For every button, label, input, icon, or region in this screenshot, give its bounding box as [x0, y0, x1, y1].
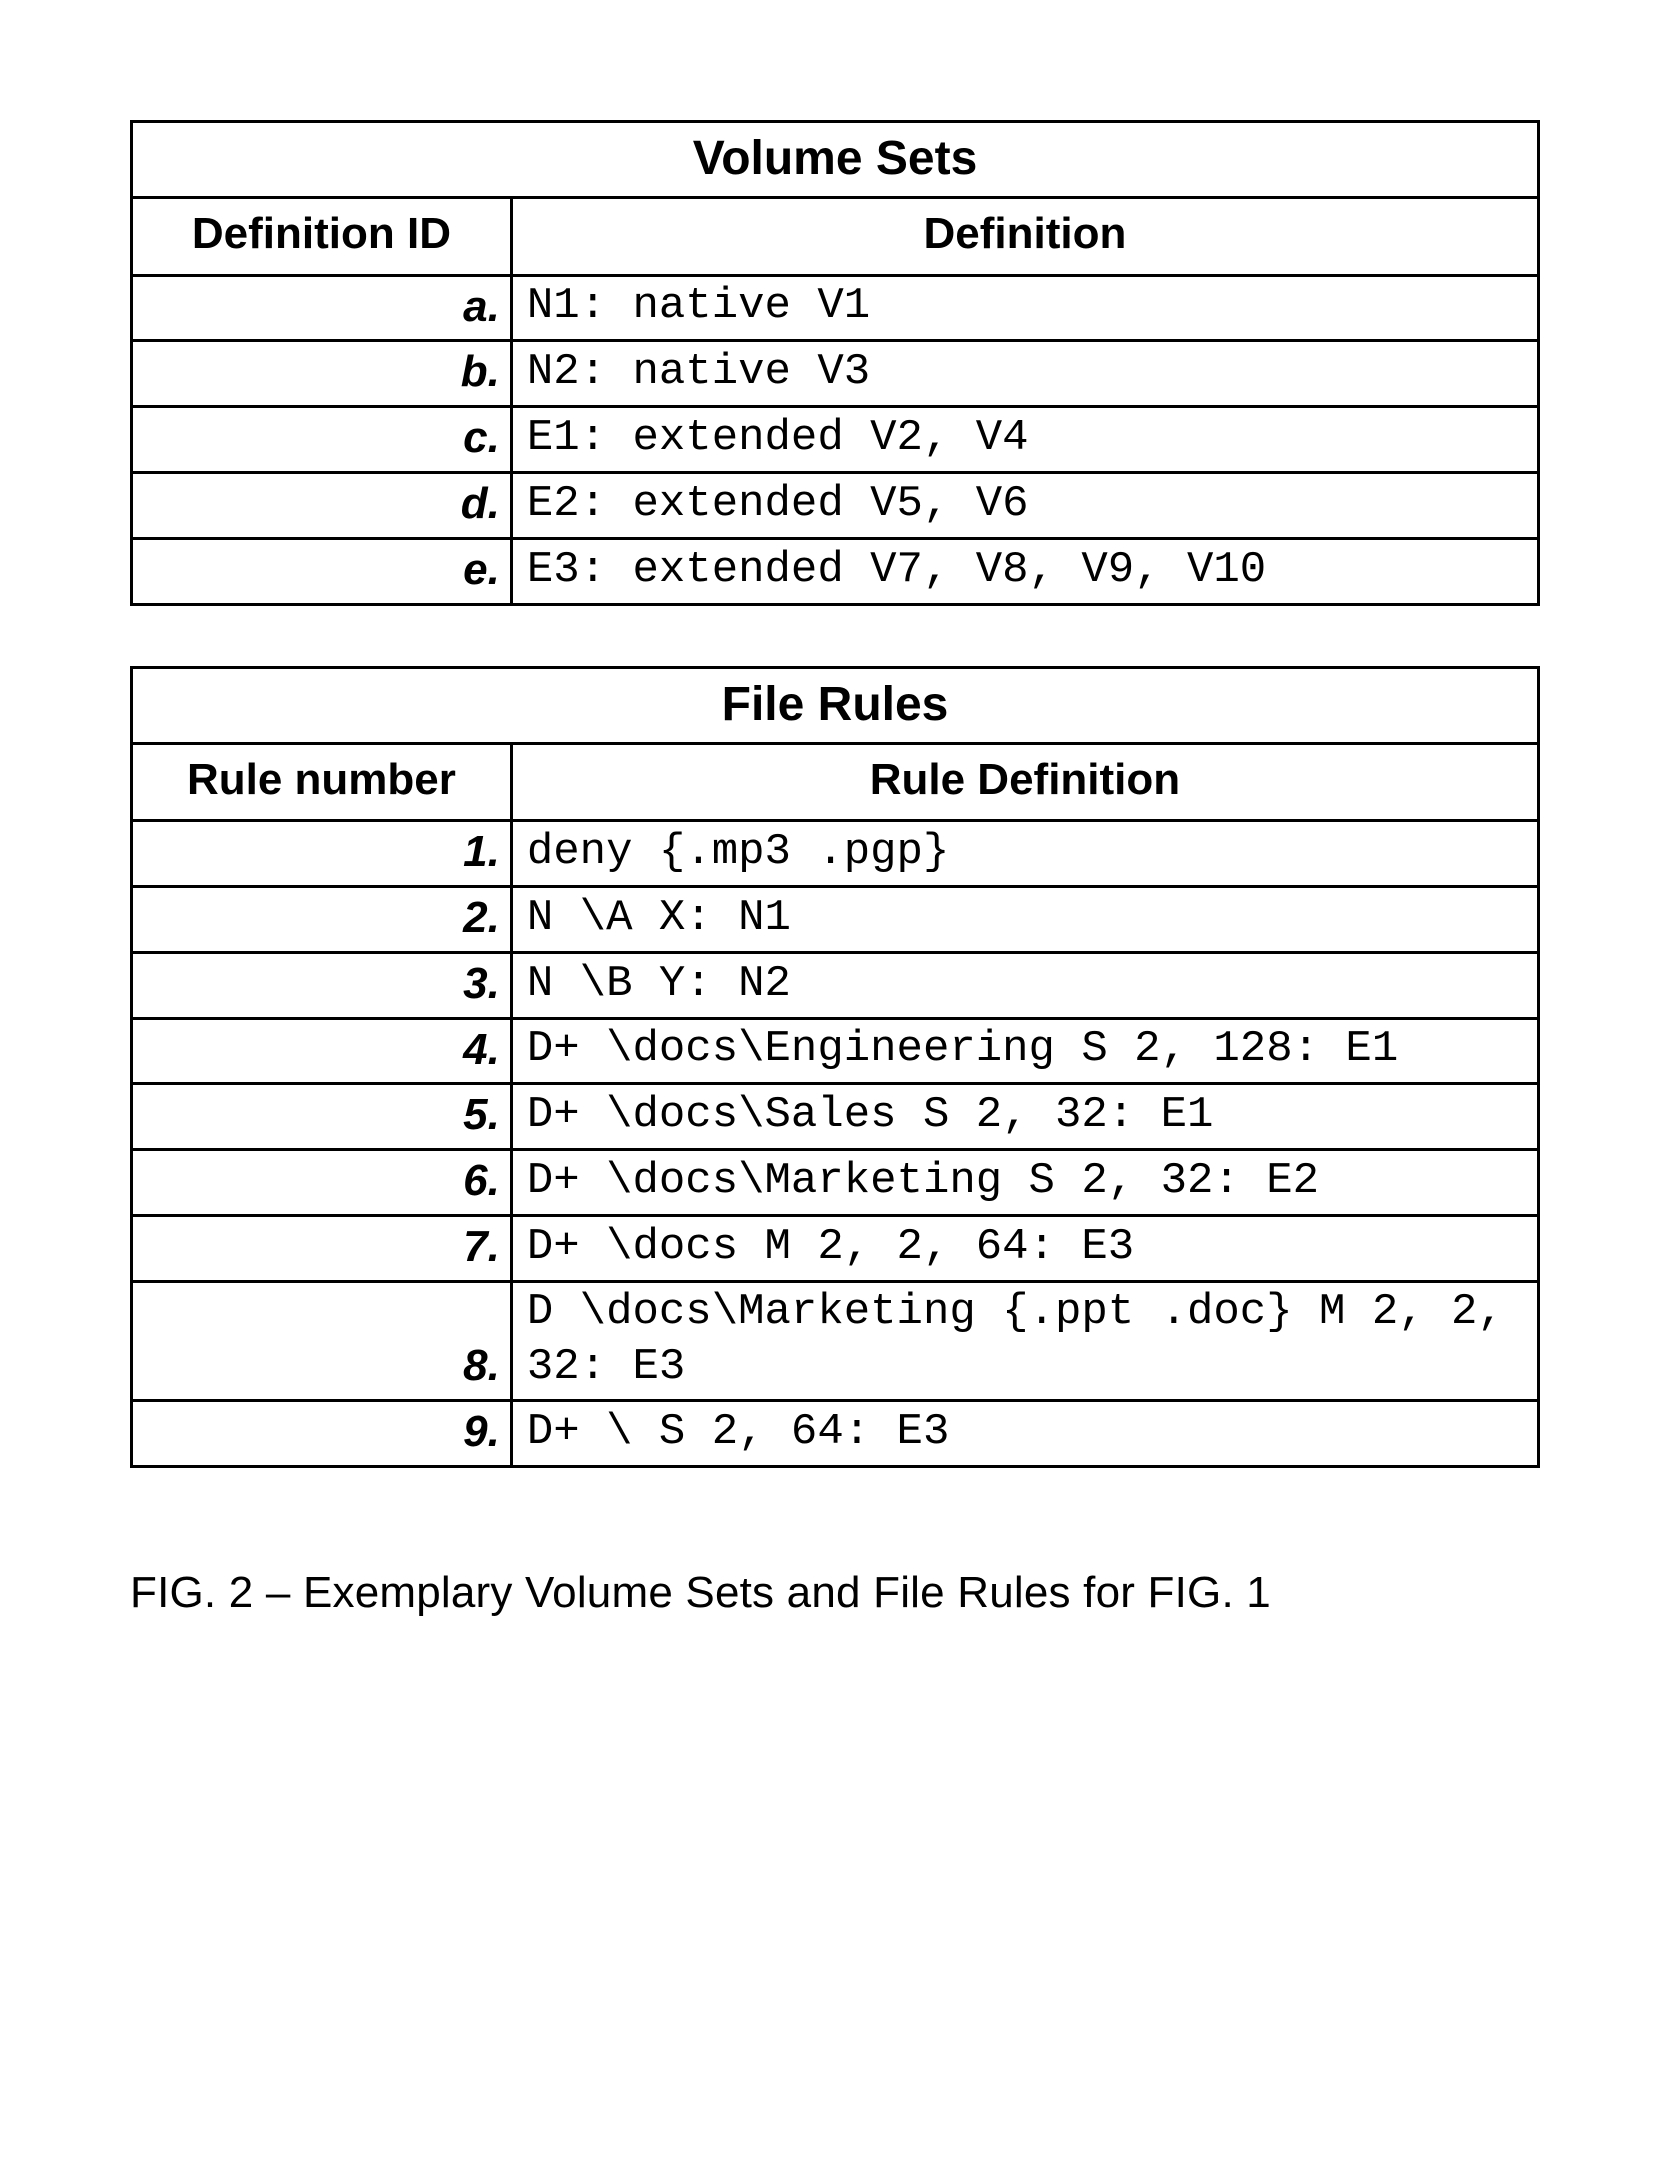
file-rules-table: File Rules Rule number Rule Definition 1… [130, 666, 1540, 1468]
definition-id: d. [132, 472, 512, 538]
definition-text: N2: native V3 [511, 341, 1538, 407]
table-row: 8. D \docs\Marketing {.ppt .doc} M 2, 2,… [132, 1281, 1539, 1400]
rule-number: 7. [132, 1215, 512, 1281]
rule-number: 1. [132, 821, 512, 887]
table-header-row: Definition ID Definition [132, 198, 1539, 276]
file-rules-col2-header: Rule Definition [511, 743, 1538, 821]
rule-number: 5. [132, 1084, 512, 1150]
table-title-row: Volume Sets [132, 122, 1539, 198]
table-row: b. N2: native V3 [132, 341, 1539, 407]
rule-number: 6. [132, 1150, 512, 1216]
rule-number: 8. [132, 1281, 512, 1400]
table-row: a. N1: native V1 [132, 275, 1539, 341]
rule-number: 4. [132, 1018, 512, 1084]
table-row: 7. D+ \docs M 2, 2, 64: E3 [132, 1215, 1539, 1281]
volume-sets-col2-header: Definition [511, 198, 1538, 276]
rule-definition: N \A X: N1 [511, 886, 1538, 952]
table-row: 5. D+ \docs\Sales S 2, 32: E1 [132, 1084, 1539, 1150]
table-title-row: File Rules [132, 667, 1539, 743]
definition-id: b. [132, 341, 512, 407]
table-row: 1. deny {.mp3 .pgp} [132, 821, 1539, 887]
volume-sets-title: Volume Sets [132, 122, 1539, 198]
rule-number: 2. [132, 886, 512, 952]
definition-text: E2: extended V5, V6 [511, 472, 1538, 538]
file-rules-title: File Rules [132, 667, 1539, 743]
figure-caption: FIG. 2 – Exemplary Volume Sets and File … [130, 1568, 1540, 1618]
rule-number: 3. [132, 952, 512, 1018]
tables-container: Volume Sets Definition ID Definition a. … [130, 120, 1540, 1468]
rule-definition: D \docs\Marketing {.ppt .doc} M 2, 2, 32… [511, 1281, 1538, 1400]
table-header-row: Rule number Rule Definition [132, 743, 1539, 821]
rule-definition: D+ \docs\Marketing S 2, 32: E2 [511, 1150, 1538, 1216]
rule-number: 9. [132, 1400, 512, 1466]
rule-definition: D+ \docs M 2, 2, 64: E3 [511, 1215, 1538, 1281]
definition-text: E3: extended V7, V8, V9, V10 [511, 538, 1538, 604]
definition-id: c. [132, 407, 512, 473]
rule-definition: D+ \docs\Sales S 2, 32: E1 [511, 1084, 1538, 1150]
table-row: 9. D+ \ S 2, 64: E3 [132, 1400, 1539, 1466]
definition-text: E1: extended V2, V4 [511, 407, 1538, 473]
table-row: 6. D+ \docs\Marketing S 2, 32: E2 [132, 1150, 1539, 1216]
volume-sets-table: Volume Sets Definition ID Definition a. … [130, 120, 1540, 606]
table-row: 3. N \B Y: N2 [132, 952, 1539, 1018]
table-row: 2. N \A X: N1 [132, 886, 1539, 952]
volume-sets-col1-header: Definition ID [132, 198, 512, 276]
table-row: c. E1: extended V2, V4 [132, 407, 1539, 473]
table-row: e. E3: extended V7, V8, V9, V10 [132, 538, 1539, 604]
rule-definition: D+ \docs\Engineering S 2, 128: E1 [511, 1018, 1538, 1084]
definition-id: e. [132, 538, 512, 604]
file-rules-col1-header: Rule number [132, 743, 512, 821]
rule-definition: N \B Y: N2 [511, 952, 1538, 1018]
rule-definition: deny {.mp3 .pgp} [511, 821, 1538, 887]
definition-text: N1: native V1 [511, 275, 1538, 341]
rule-definition: D+ \ S 2, 64: E3 [511, 1400, 1538, 1466]
definition-id: a. [132, 275, 512, 341]
table-row: d. E2: extended V5, V6 [132, 472, 1539, 538]
table-row: 4. D+ \docs\Engineering S 2, 128: E1 [132, 1018, 1539, 1084]
